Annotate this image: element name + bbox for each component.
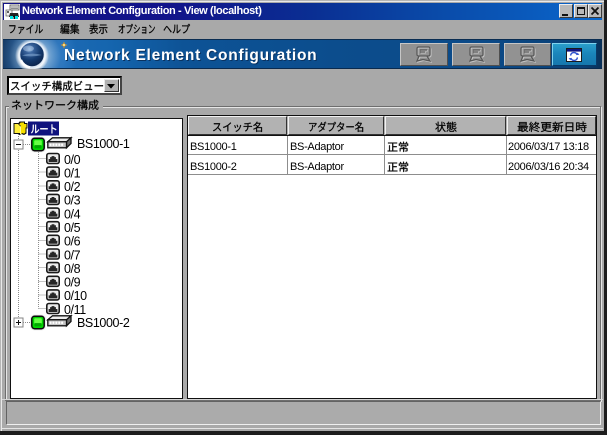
svg-text:0/4: 0/4 xyxy=(64,207,81,221)
svg-text:0/3: 0/3 xyxy=(64,194,81,208)
svg-text:0/10: 0/10 xyxy=(64,289,87,303)
svg-text:0/5: 0/5 xyxy=(64,221,81,235)
svg-text:0/6: 0/6 xyxy=(64,235,81,249)
svg-text:0/11: 0/11 xyxy=(64,303,86,317)
svg-text:0/8: 0/8 xyxy=(64,262,81,276)
svg-text:0/9: 0/9 xyxy=(64,276,81,290)
svg-text:0/7: 0/7 xyxy=(64,248,81,262)
svg-text:0/2: 0/2 xyxy=(64,180,81,194)
svg-text:BS1000-1: BS1000-1 xyxy=(77,137,130,151)
svg-text:BS1000-2: BS1000-2 xyxy=(77,316,130,330)
svg-text:0/0: 0/0 xyxy=(64,153,81,167)
svg-text:0/1: 0/1 xyxy=(64,166,81,180)
